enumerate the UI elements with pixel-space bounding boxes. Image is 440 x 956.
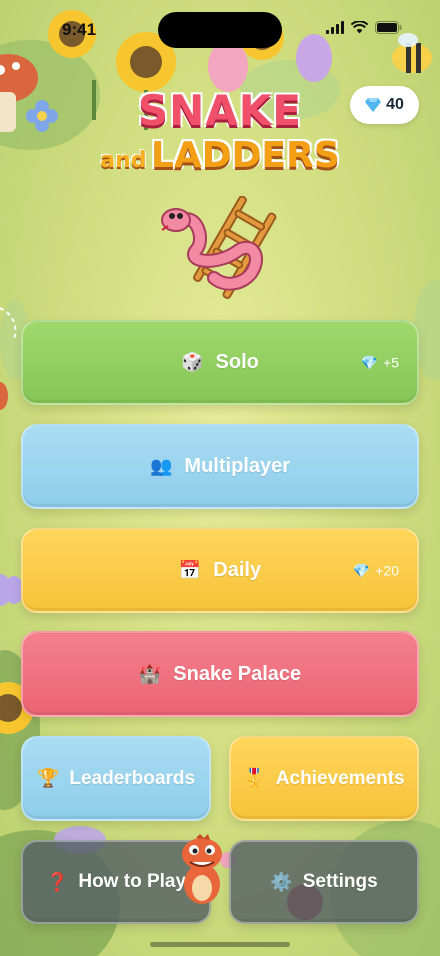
solo-button[interactable]: 🎲 Solo 💎 +5: [21, 320, 419, 405]
gem-counter[interactable]: 40: [350, 86, 419, 124]
achievements-button[interactable]: 🎖️ Achievements: [229, 736, 419, 821]
daily-reward: 💎 +20: [353, 562, 399, 579]
solo-reward: 💎 +5: [361, 354, 399, 371]
status-bar: 9:41: [0, 0, 440, 54]
castle-icon: 🏰: [138, 663, 162, 684]
trophy-icon: 🏆: [36, 768, 60, 788]
leaderboards-label: Leaderboards: [69, 767, 196, 789]
cellular-signal-icon: [326, 21, 344, 34]
settings-label: Settings: [302, 871, 378, 892]
calendar-icon: 📅: [178, 560, 202, 580]
dice-icon: 🎲: [181, 352, 204, 372]
achievements-label: Achievements: [275, 767, 405, 789]
leaderboards-button[interactable]: 🏆 Leaderboards: [21, 736, 211, 821]
title-snake: SNAKE: [137, 86, 303, 135]
daily-button[interactable]: 📅 Daily 💎 +20: [21, 528, 419, 613]
solo-reward-amount: +5: [383, 354, 399, 371]
snake-ladder-mascot: [161, 196, 277, 299]
title-and: and: [100, 148, 147, 173]
gem-count: 40: [386, 96, 404, 113]
daily-label: Daily: [213, 559, 262, 581]
snake-palace-button[interactable]: 🏰 Snake Palace: [21, 631, 419, 717]
settings-button[interactable]: ⚙️ Settings: [229, 840, 419, 924]
daily-reward-amount: +20: [375, 562, 399, 579]
diamond-icon: 💎: [352, 562, 371, 578]
people-icon: 👥: [150, 456, 173, 476]
solo-label: Solo: [215, 351, 259, 373]
medal-icon: 🎖️: [243, 768, 266, 788]
game-title-logo: SNAKE and LADDERS: [90, 88, 350, 188]
multiplayer-button[interactable]: 👥 Multiplayer: [21, 424, 419, 509]
snake-palace-label: Snake Palace: [173, 662, 302, 685]
how-to-play-label: How to Play: [78, 871, 187, 892]
dynamic-island: [158, 12, 282, 48]
title-ladders: LADDERS: [150, 135, 340, 176]
dino-mascot: [182, 834, 222, 904]
battery-icon: [375, 21, 402, 34]
wifi-icon: [351, 21, 368, 34]
question-icon: ❓: [45, 871, 69, 892]
status-icons: [326, 21, 402, 34]
multiplayer-label: Multiplayer: [184, 455, 290, 477]
status-time: 9:41: [62, 20, 97, 39]
diamond-icon: 💎: [360, 354, 379, 370]
home-indicator: [150, 942, 290, 947]
gear-icon: ⚙️: [270, 871, 293, 892]
diamond-icon: [365, 98, 382, 112]
